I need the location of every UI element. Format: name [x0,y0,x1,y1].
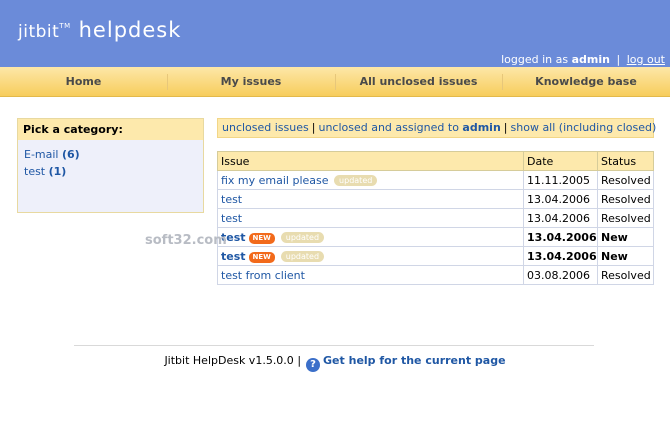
category-item-test[interactable]: test (1) [24,163,203,180]
issue-link[interactable]: test [221,212,242,225]
updated-badge: updated [334,174,378,186]
issue-status: Resolved [597,208,654,228]
nav-all-unclosed-issues[interactable]: All unclosed issues [335,67,502,97]
header: jitbitTM helpdesk logged in as admin | lo… [0,0,670,67]
logo[interactable]: jitbitTM helpdesk [18,18,181,42]
logo-tm: TM [59,22,71,30]
watermark: soft32.com [145,233,227,248]
category-count: (6) [62,148,80,161]
issue-filter-bar: unclosed issues | unclosed and assigned to… [217,118,657,138]
issue-date: 13.04.2006 [523,246,598,266]
issue-cell: test [216,189,525,209]
issue-date: 13.04.2006 [523,227,598,247]
issue-cell: test NEW updated [216,227,525,247]
logged-in-label: logged in as [501,53,569,66]
logo-prefix: jitbit [18,22,60,42]
category-count: (1) [48,165,67,178]
filter-assigned-link[interactable]: unclosed and assigned to admin [318,121,500,134]
filter-assigned-label: unclosed and assigned to [318,121,459,134]
table-row[interactable]: fix my email please updated 11.11.2005 R… [216,170,654,190]
category-name: E-mail [24,148,59,161]
issue-status: New [597,227,654,247]
issue-cell: test from client [216,265,525,285]
category-panel-title: Pick a category: [18,119,203,140]
nav-knowledge-base[interactable]: Knowledge base [502,67,670,97]
issue-link[interactable]: fix my email please [221,174,329,187]
issue-link[interactable]: test [221,193,242,206]
issue-date: 13.04.2006 [523,189,598,209]
issue-status: Resolved [597,189,654,209]
issues-header-row: Issue Date Status [216,151,654,171]
issue-cell: fix my email please updated [216,170,525,190]
category-item-email[interactable]: E-mail (6) [24,146,203,163]
login-status: logged in as admin | log out [501,53,665,66]
new-badge: NEW [248,251,275,263]
logout-link[interactable]: log out [627,53,665,66]
footer: Jitbit HelpDesk v1.5.0.0 |? Get help for … [0,354,670,372]
column-header-date[interactable]: Date [523,151,598,171]
category-list: E-mail (6) test (1) [18,140,203,180]
updated-badge: updated [280,231,325,243]
category-panel: Pick a category: E-mail (6) test (1) [17,118,204,213]
current-user: admin [571,53,610,66]
table-row[interactable]: test 13.04.2006 Resolved [216,189,654,209]
version-text: Jitbit HelpDesk v1.5.0.0 [164,354,294,367]
issue-date: 03.08.2006 [523,265,598,285]
column-header-issue[interactable]: Issue [216,151,525,171]
issue-status: Resolved [597,265,654,285]
filter-separator: | [503,121,508,134]
filter-unclosed-link[interactable]: unclosed issues [222,121,309,134]
logo-main: helpdesk [78,18,182,42]
nav-my-issues[interactable]: My issues [167,67,335,97]
table-row[interactable]: test NEW updated 13.04.2006 New [216,246,654,266]
issue-link[interactable]: test [221,250,246,263]
category-name: test [24,165,46,178]
updated-badge: updated [280,250,325,262]
footer-separator: | [297,354,302,367]
login-separator: | [616,53,621,66]
issue-date: 11.11.2005 [523,170,598,190]
help-icon[interactable]: ? [306,358,321,372]
new-badge: NEW [248,232,275,244]
nav-home[interactable]: Home [0,67,167,97]
filter-assigned-user: admin [462,121,501,134]
issue-date: 13.04.2006 [523,208,598,228]
table-row[interactable]: test 13.04.2006 Resolved [216,208,654,228]
main-nav: Home My issues All unclosed issues Knowl… [0,67,670,97]
issues-table: Issue Date Status fix my email please up… [216,151,654,285]
issue-link[interactable]: test from client [221,269,305,282]
issue-cell: test [216,208,525,228]
issue-status: Resolved [597,170,654,190]
issue-status: New [597,246,654,266]
filter-show-all-link[interactable]: show all (including closed) [511,121,657,134]
filter-separator: | [311,121,316,134]
footer-divider [74,345,594,346]
table-row[interactable]: test NEW updated 13.04.2006 New [216,227,654,247]
table-row[interactable]: test from client 03.08.2006 Resolved [216,265,654,285]
column-header-status[interactable]: Status [597,151,654,171]
issue-cell: test NEW updated [216,246,525,266]
help-link[interactable]: Get help for the current page [323,354,506,367]
